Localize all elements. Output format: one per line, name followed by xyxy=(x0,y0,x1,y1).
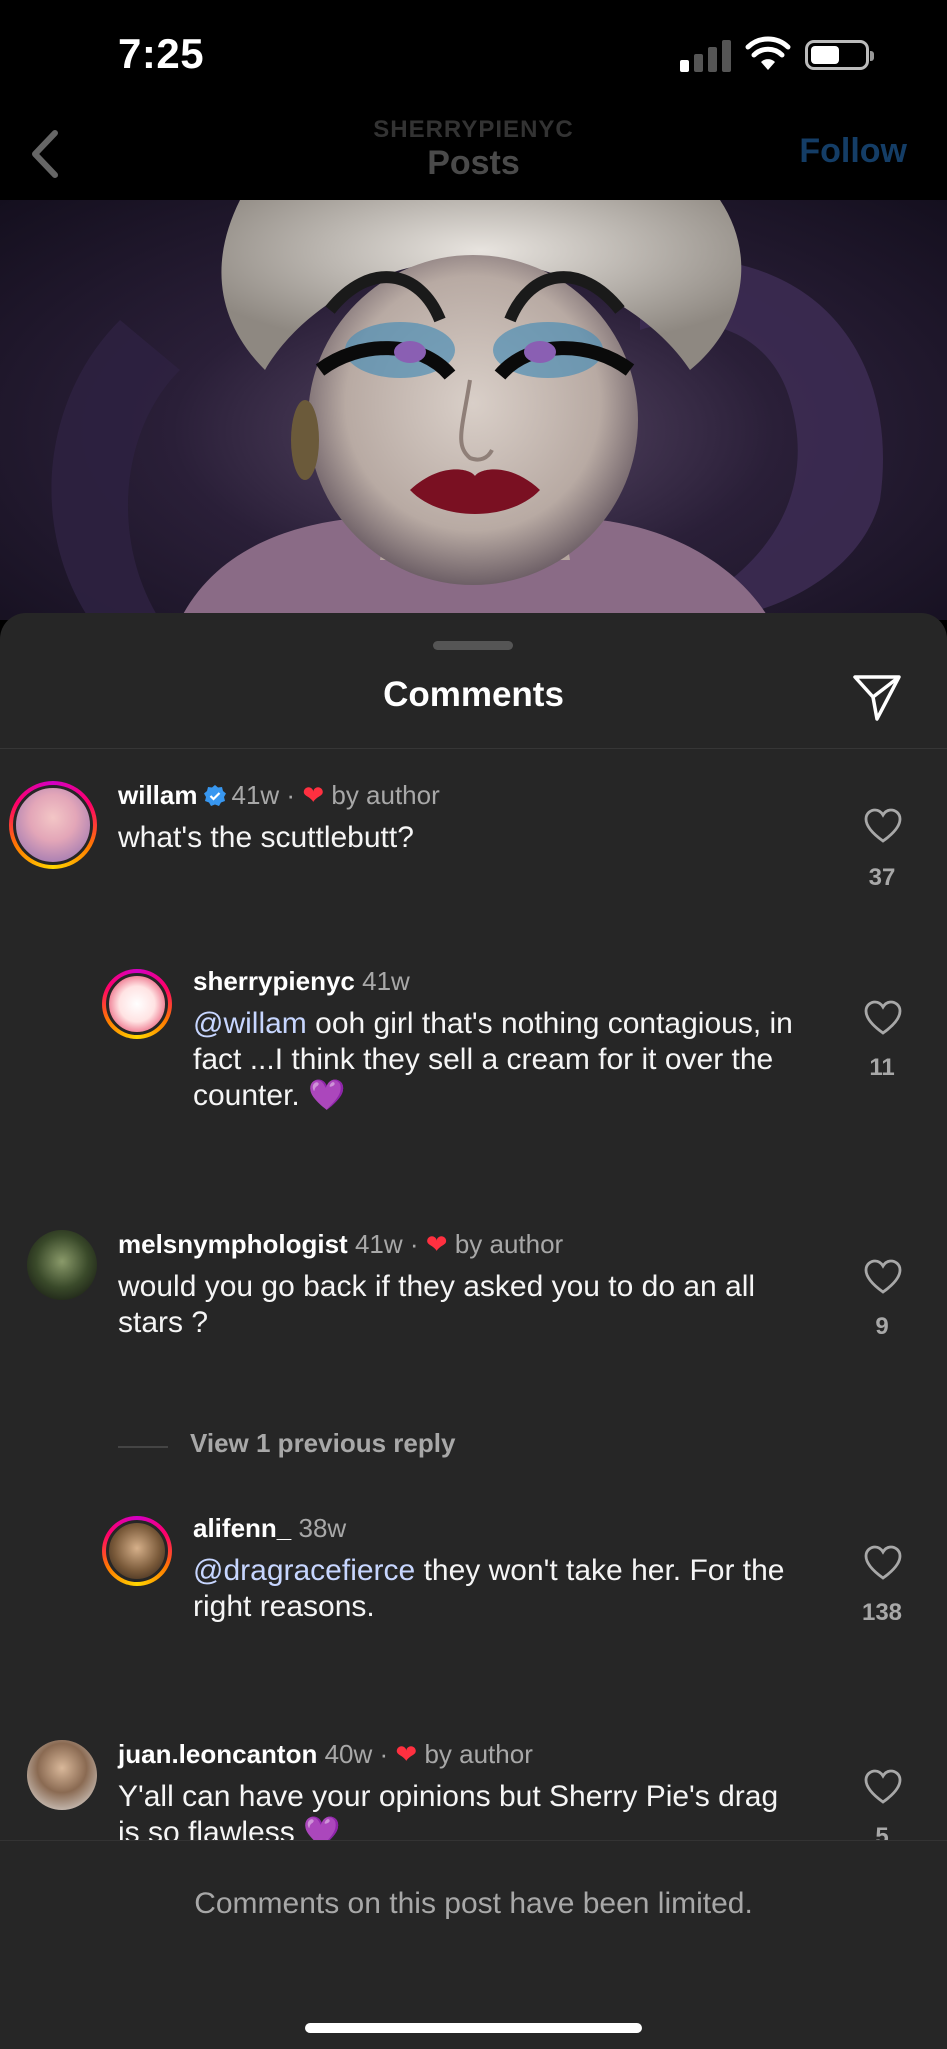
like-count: 5 xyxy=(875,1823,889,1840)
separator: · xyxy=(379,1739,389,1769)
comment-reply: sherrypienyc 41w @willam ooh girl that's… xyxy=(0,966,947,1126)
comments-title: Comments xyxy=(383,675,564,714)
wifi-icon xyxy=(745,36,791,70)
liked-by-author: by author xyxy=(424,1739,533,1769)
like-heart-icon[interactable] xyxy=(863,808,903,849)
comment-item: melsnymphologist 41w · ❤ by author would… xyxy=(0,1227,947,1367)
send-icon[interactable] xyxy=(851,671,903,723)
like-count: 37 xyxy=(868,864,896,891)
like-count: 138 xyxy=(861,1599,903,1626)
avatar[interactable] xyxy=(27,1740,97,1810)
like-heart-icon[interactable] xyxy=(863,1259,903,1300)
divider xyxy=(0,748,947,749)
comment-meta: juan.leoncanton 40w · ❤ by author xyxy=(118,1739,533,1770)
cellular-signal-icon xyxy=(680,38,732,72)
author-heart-icon: ❤ xyxy=(302,780,325,810)
comments-limited-text: Comments on this post have been limited. xyxy=(194,1887,753,1920)
comment-reply: alifenn_ 38w @dragracefierce they won't … xyxy=(0,1513,947,1653)
like-count: 9 xyxy=(875,1313,889,1340)
home-indicator[interactable] xyxy=(305,2023,642,2033)
thread-line xyxy=(118,1446,168,1448)
verified-badge-icon xyxy=(204,785,227,806)
comment-time: 41w xyxy=(231,780,280,810)
comment-time: 40w xyxy=(324,1739,373,1769)
comment-time: 41w xyxy=(362,966,410,996)
like-heart-icon[interactable] xyxy=(863,1000,903,1041)
comment-username[interactable]: willam xyxy=(118,780,197,810)
liked-by-author: by author xyxy=(331,780,440,810)
mention-link[interactable]: @willam xyxy=(193,1007,307,1040)
comments-limited-footer: Comments on this post have been limited. xyxy=(0,1840,947,2049)
follow-button[interactable]: Follow xyxy=(799,132,907,171)
mention-link[interactable]: @dragracefierce xyxy=(193,1554,415,1587)
avatar[interactable] xyxy=(9,781,97,869)
nav-header: SHERRYPIENYC Posts Follow xyxy=(0,110,947,200)
comment-username[interactable]: melsnymphologist xyxy=(118,1229,348,1259)
battery-icon xyxy=(805,40,874,70)
drag-handle[interactable] xyxy=(433,641,513,650)
comment-username[interactable]: juan.leoncanton xyxy=(118,1739,317,1769)
comment-text: would you go back if they asked you to d… xyxy=(118,1270,756,1339)
comment-item: juan.leoncanton 40w · ❤ by author Y'all … xyxy=(0,1737,947,1840)
comment-text: @dragracefierce they won't take her. For… xyxy=(193,1554,785,1623)
like-heart-icon[interactable] xyxy=(863,1769,903,1810)
drag-portrait-illustration xyxy=(51,200,883,620)
comment-time: 38w xyxy=(298,1513,347,1543)
author-heart-icon: ❤ xyxy=(425,1229,448,1259)
avatar[interactable] xyxy=(27,1230,97,1300)
comment-username[interactable]: alifenn_ xyxy=(193,1513,291,1543)
comment-meta: alifenn_ 38w xyxy=(193,1513,346,1544)
like-count: 11 xyxy=(869,1054,895,1081)
separator: · xyxy=(409,1229,419,1259)
avatar[interactable] xyxy=(102,1516,172,1586)
comment-meta: melsnymphologist 41w · ❤ by author xyxy=(118,1229,563,1260)
author-heart-icon: ❤ xyxy=(395,1739,418,1769)
post-image[interactable] xyxy=(0,200,947,620)
comment-meta: willam 41w · ❤ by author xyxy=(118,780,440,811)
comment-username[interactable]: sherrypienyc xyxy=(193,966,355,996)
comment-item: willam 41w · ❤ by author what's the scutt… xyxy=(0,778,947,918)
comment-text: @willam ooh girl that's nothing contagio… xyxy=(193,1007,793,1112)
comment-time: 41w xyxy=(354,1229,403,1259)
status-bar: 7:25 xyxy=(0,0,947,110)
liked-by-author: by author xyxy=(454,1229,564,1259)
comment-text: Y'all can have your opinions but Sherry … xyxy=(118,1780,779,1840)
view-replies-label: View 1 previous reply xyxy=(190,1428,456,1458)
separator: · xyxy=(286,780,296,810)
comment-meta: sherrypienyc 41w xyxy=(193,966,410,997)
comment-text: what's the scuttlebutt? xyxy=(118,821,414,854)
status-time: 7:25 xyxy=(118,30,205,77)
avatar[interactable] xyxy=(102,969,172,1039)
like-heart-icon[interactable] xyxy=(863,1545,903,1586)
